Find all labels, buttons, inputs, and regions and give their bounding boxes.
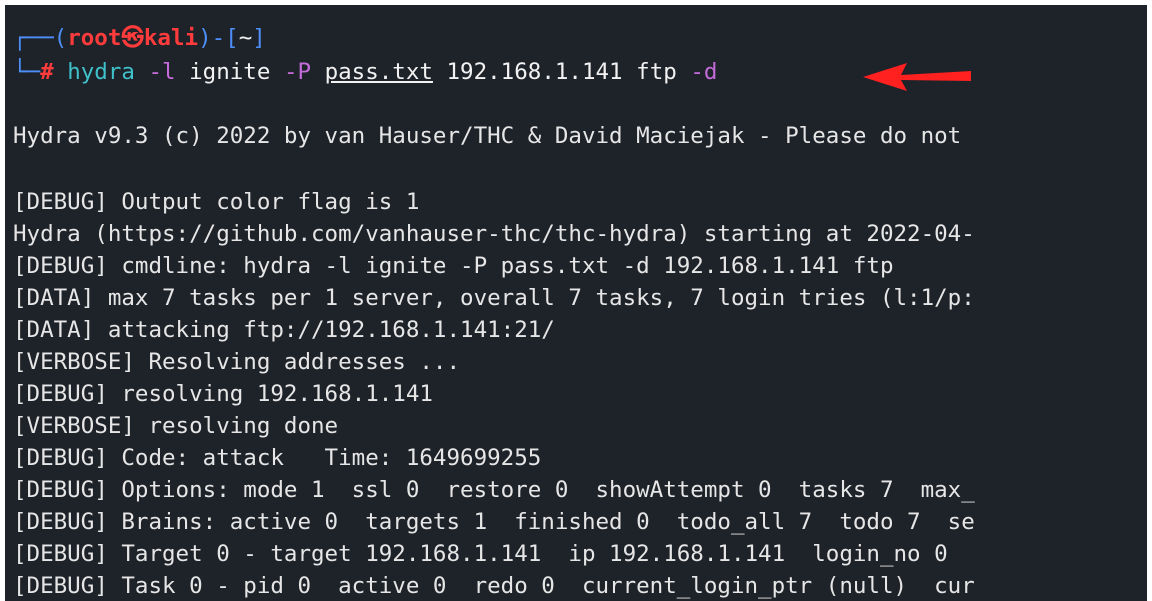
prompt-user: root: [67, 25, 122, 51]
output-line: [VERBOSE] resolving done: [13, 413, 339, 439]
output-line: [VERBOSE] Resolving addresses ...: [13, 349, 461, 375]
prompt-cwd: ~: [238, 25, 253, 51]
command-login: ignite: [189, 59, 271, 85]
command-flag-P: -P: [283, 59, 312, 85]
prompt-frame-mid: )-[: [198, 25, 239, 51]
command-passfile: pass.txt: [324, 59, 433, 85]
output-line: [DATA] max 7 tasks per 1 server, overall…: [13, 285, 975, 311]
command-line[interactable]: └─# hydra -l ignite -P pass.txt 192.168.…: [13, 57, 717, 87]
command-program: hydra: [67, 59, 135, 85]
output-line: [DEBUG] Options: mode 1 ssl 0 restore 0 …: [13, 477, 975, 503]
command-target: 192.168.1.141: [446, 59, 623, 85]
output-line: [DEBUG] cmdline: hydra -l ignite -P pass…: [13, 253, 894, 279]
output-line: [DEBUG] Brains: active 0 targets 1 finis…: [13, 509, 975, 535]
prompt-frame-close: ]: [252, 25, 266, 51]
prompt-at-symbol: ㉿: [121, 25, 144, 51]
command-flag-d: -d: [690, 59, 718, 85]
prompt-line-top: ┌──(root㉿kali)-[~]: [13, 23, 266, 53]
output-line: [DEBUG] Output color flag is 1: [13, 189, 420, 215]
prompt-hash: #: [40, 59, 54, 85]
output-line: [DEBUG] Code: attack Time: 1649699255: [13, 445, 542, 471]
output-line: [DATA] attacking ftp://192.168.1.141:21/: [13, 317, 555, 343]
red-arrow-icon: [863, 63, 971, 91]
command-service: ftp: [636, 59, 677, 85]
prompt-frame-bottom: └─: [13, 59, 41, 85]
prompt-host: kali: [143, 25, 199, 51]
prompt-frame-top: ┌──(: [13, 25, 68, 51]
output-line: [DEBUG] Target 0 - target 192.168.1.141 …: [13, 541, 948, 567]
terminal-window[interactable]: ┌──(root㉿kali)-[~] └─# hydra -l ignite -…: [5, 5, 1147, 601]
output-line: Hydra (https://github.com/vanhauser-thc/…: [13, 221, 975, 247]
hydra-banner: Hydra v9.3 (c) 2022 by van Hauser/THC & …: [13, 123, 962, 149]
command-flag-l: -l: [148, 59, 176, 85]
output-line: [DEBUG] Task 0 - pid 0 active 0 redo 0 c…: [13, 573, 975, 599]
output-line: [DEBUG] resolving 192.168.1.141: [13, 381, 433, 407]
